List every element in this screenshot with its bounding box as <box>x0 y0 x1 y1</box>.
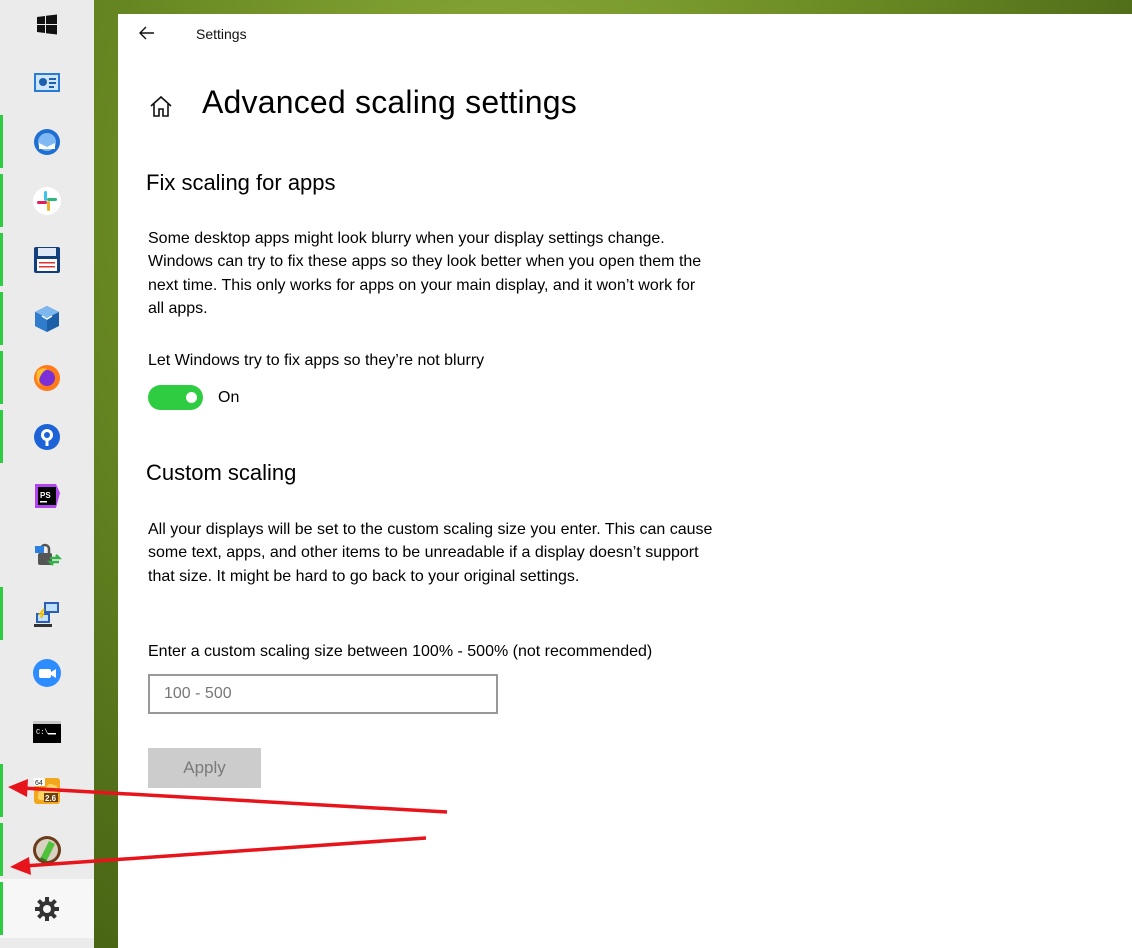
taskbar-item-vpn[interactable] <box>0 525 94 584</box>
blur-fix-toggle-label: Let Windows try to fix apps so they’re n… <box>148 352 485 369</box>
title-bar: Settings <box>118 14 1132 54</box>
taskbar-item-sourcetree[interactable] <box>0 407 94 466</box>
thunderbird-icon <box>34 128 60 155</box>
vpn-lock-icon <box>35 543 62 566</box>
section-heading-custom-scaling: Custom scaling <box>146 460 297 485</box>
taskbar-item-save-app[interactable] <box>0 230 94 289</box>
firefox-icon <box>34 364 60 391</box>
sourcetree-icon <box>34 423 60 450</box>
fix-scaling-description: Some desktop apps might look blurry when… <box>148 230 702 317</box>
svg-text:C:\: C:\ <box>36 729 49 737</box>
taskbar-item-virtualbox[interactable] <box>0 289 94 348</box>
taskbar-item-control-panel[interactable] <box>0 53 94 112</box>
toggle-knob <box>186 392 197 403</box>
windows-start-icon <box>37 14 57 34</box>
custom-scaling-description: All your displays will be set to the cus… <box>148 521 713 585</box>
taskbar-item-slack[interactable] <box>0 171 94 230</box>
zoom-icon <box>33 658 61 687</box>
apply-button[interactable]: Apply <box>148 748 261 788</box>
taskbar-item-command-prompt[interactable]: C:\ <box>0 702 94 761</box>
taskbar-item-settings[interactable] <box>0 879 94 938</box>
custom-scaling-input-label: Enter a custom scaling size between 100%… <box>148 643 653 660</box>
app-64bit-icon: 64 2.6 <box>34 777 60 804</box>
settings-gear-icon <box>35 896 59 921</box>
custom-scaling-input[interactable] <box>148 674 498 714</box>
phpstorm-icon: PS <box>35 483 60 508</box>
taskbar-item-start[interactable] <box>0 0 94 54</box>
back-button[interactable] <box>136 24 158 46</box>
home-icon[interactable] <box>148 93 174 119</box>
green-book-icon <box>33 835 61 864</box>
network-computer-icon <box>34 601 59 627</box>
toggle-state-label: On <box>218 389 240 406</box>
taskbar-item-firefox[interactable] <box>0 348 94 407</box>
taskbar-item-thunderbird[interactable] <box>0 112 94 171</box>
command-prompt-icon: C:\ <box>33 720 61 743</box>
page-title: Advanced scaling settings <box>202 84 577 120</box>
virtualbox-icon <box>35 305 59 332</box>
app-badge-64: 64 <box>35 780 43 787</box>
settings-window: Settings Advanced scaling settings Fix s… <box>118 14 1132 948</box>
taskbar-item-green-book[interactable] <box>0 820 94 879</box>
svg-text:PS: PS <box>40 491 51 500</box>
slack-icon <box>33 186 61 215</box>
control-panel-icon <box>34 72 60 92</box>
taskbar: PS C:\ 64 2.6 <box>0 0 94 948</box>
taskbar-item-app-64[interactable]: 64 2.6 <box>0 761 94 820</box>
window-title: Settings <box>196 26 247 42</box>
floppy-save-icon <box>34 246 60 273</box>
taskbar-item-network[interactable] <box>0 584 94 643</box>
section-heading-fix-scaling: Fix scaling for apps <box>146 170 336 195</box>
blur-fix-toggle[interactable] <box>148 385 203 410</box>
app-badge-version: 2.6 <box>45 794 57 803</box>
taskbar-item-zoom[interactable] <box>0 643 94 702</box>
back-arrow-icon <box>139 26 154 40</box>
taskbar-item-phpstorm[interactable]: PS <box>0 466 94 525</box>
